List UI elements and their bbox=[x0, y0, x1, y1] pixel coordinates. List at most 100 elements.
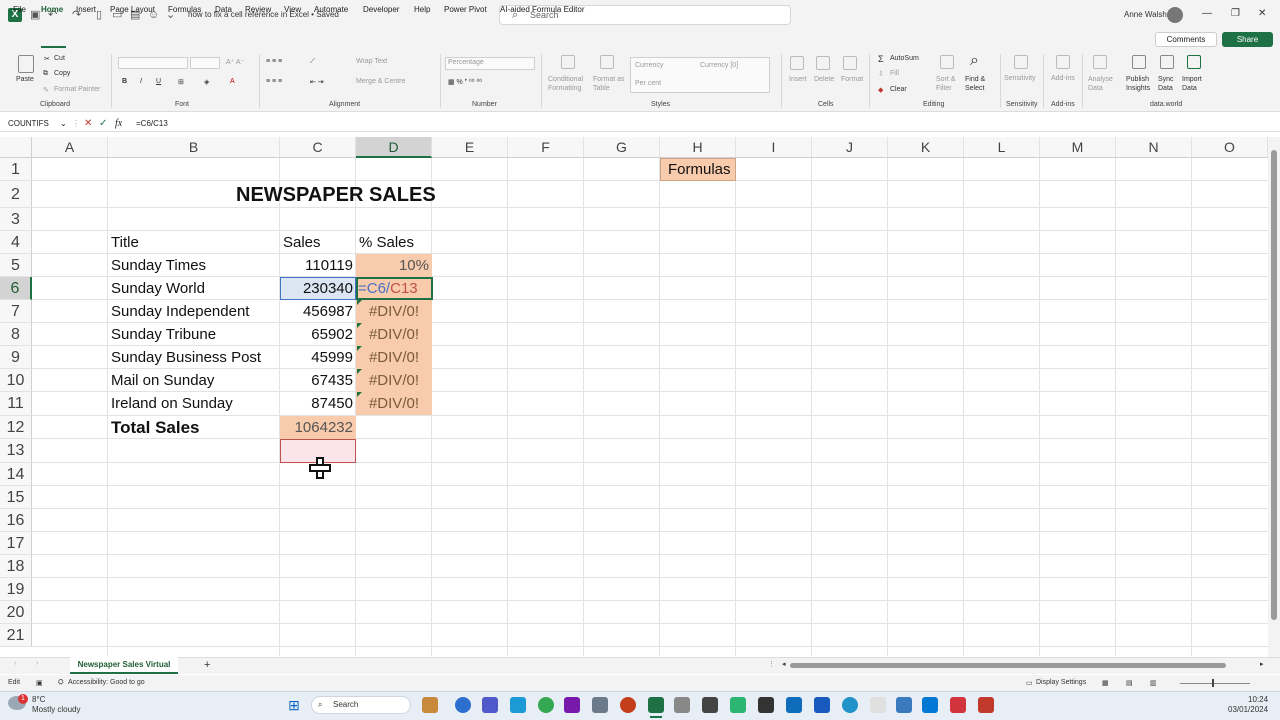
bold-icon[interactable]: B bbox=[122, 78, 127, 85]
sales-cell[interactable]: 110119 bbox=[280, 254, 353, 277]
add-ins-icon[interactable] bbox=[1056, 55, 1070, 69]
title-cell[interactable]: Ireland on Sunday bbox=[111, 392, 233, 415]
conditional-formatting-icon[interactable] bbox=[561, 55, 575, 69]
row-header-15[interactable]: 15 bbox=[0, 486, 32, 509]
row-header-11[interactable]: 11 bbox=[0, 392, 32, 416]
format-painter-icon[interactable]: ✎ bbox=[43, 86, 49, 94]
column-header-c[interactable]: C bbox=[280, 137, 356, 158]
app-icon[interactable] bbox=[758, 697, 774, 713]
style-currency[interactable]: Currency bbox=[635, 62, 663, 69]
display-settings-icon[interactable]: ▭ bbox=[1026, 679, 1033, 687]
fill-icon[interactable]: ⇩ bbox=[878, 70, 884, 78]
find-select-icon[interactable]: ⌕ bbox=[970, 52, 979, 70]
row-header-3[interactable]: 3 bbox=[0, 208, 32, 231]
row-header-20[interactable]: 20 bbox=[0, 601, 32, 624]
row-header-9[interactable]: 9 bbox=[0, 346, 32, 369]
delete-cells-button[interactable]: Delete bbox=[814, 76, 834, 83]
sales-cell[interactable]: 456987 bbox=[280, 300, 353, 323]
header-title[interactable]: Title bbox=[111, 231, 139, 254]
delete-cells-icon[interactable] bbox=[816, 56, 830, 70]
normal-view-icon[interactable]: ▦ bbox=[1102, 679, 1109, 687]
next-sheet-icon[interactable]: › bbox=[36, 660, 38, 667]
edge-icon[interactable] bbox=[842, 697, 858, 713]
tab-view[interactable]: View bbox=[284, 5, 301, 14]
minimize-icon[interactable]: — bbox=[1202, 8, 1212, 19]
powerpoint-icon[interactable] bbox=[620, 697, 636, 713]
tab-data[interactable]: Data bbox=[215, 5, 232, 14]
format-cells-icon[interactable] bbox=[843, 56, 857, 70]
app-icon[interactable] bbox=[455, 697, 471, 713]
paste-icon[interactable] bbox=[18, 55, 34, 73]
onenote-icon[interactable] bbox=[564, 697, 580, 713]
insert-function-icon[interactable]: fx bbox=[115, 117, 122, 131]
app-icon[interactable] bbox=[510, 697, 526, 713]
tab-insert[interactable]: Insert bbox=[76, 5, 96, 14]
copy-icon[interactable]: ⧉ bbox=[43, 70, 48, 78]
conditional-formatting-button[interactable]: Conditional Formatting bbox=[548, 75, 588, 93]
align-top-icon[interactable]: ≡ ≡ ≡ bbox=[266, 58, 282, 65]
zoom-slider-handle[interactable] bbox=[1212, 679, 1214, 687]
row-header-7[interactable]: 7 bbox=[0, 300, 32, 323]
pct-error-cell[interactable]: #DIV/0! bbox=[356, 323, 419, 346]
word-icon[interactable] bbox=[814, 697, 830, 713]
column-header-k[interactable]: K bbox=[888, 137, 964, 158]
sort-filter-icon[interactable] bbox=[940, 55, 954, 69]
sales-cell[interactable]: 67435 bbox=[280, 369, 353, 392]
column-header-f[interactable]: F bbox=[508, 137, 584, 158]
analyse-data-icon[interactable] bbox=[1093, 55, 1107, 69]
restore-icon[interactable]: ❐ bbox=[1231, 8, 1240, 19]
paste-button[interactable]: Paste bbox=[16, 76, 34, 83]
tab-help[interactable]: Help bbox=[414, 5, 430, 14]
sales-cell[interactable]: 65902 bbox=[280, 323, 353, 346]
camtasia-icon[interactable] bbox=[730, 697, 746, 713]
clear-icon[interactable]: ◆ bbox=[878, 86, 883, 94]
title-cell[interactable]: Mail on Sunday bbox=[111, 369, 214, 392]
autosum-icon[interactable]: Σ bbox=[878, 54, 884, 64]
close-icon[interactable]: ✕ bbox=[1258, 8, 1266, 19]
total-value[interactable]: 1064232 bbox=[280, 416, 353, 439]
merge-centre-button[interactable]: Merge & Centre bbox=[356, 78, 405, 85]
tab-formulas[interactable]: Formulas bbox=[168, 5, 201, 14]
row-header-16[interactable]: 16 bbox=[0, 509, 32, 532]
accessibility-status[interactable]: Accessibility: Good to go bbox=[68, 679, 145, 686]
style-percent[interactable]: Per cent bbox=[635, 80, 661, 87]
avatar[interactable] bbox=[1167, 7, 1183, 23]
column-header-d[interactable]: D bbox=[356, 137, 432, 158]
wrap-text-button[interactable]: Wrap Text bbox=[356, 58, 387, 65]
user-name[interactable]: Anne Walsh bbox=[1124, 10, 1167, 19]
column-header-l[interactable]: L bbox=[964, 137, 1040, 158]
enter-icon[interactable]: ✓ bbox=[99, 117, 107, 131]
teams-icon[interactable] bbox=[482, 697, 498, 713]
title-cell[interactable]: Sunday Independent bbox=[111, 300, 249, 323]
row-header-19[interactable]: 19 bbox=[0, 578, 32, 601]
taskbar-search[interactable] bbox=[311, 696, 411, 714]
grow-font-icon[interactable]: A⁺ A⁻ bbox=[226, 58, 244, 66]
clear-button[interactable]: Clear bbox=[890, 86, 907, 93]
row-header-2[interactable]: 2 bbox=[0, 181, 32, 208]
page-layout-view-icon[interactable]: ▤ bbox=[1126, 679, 1133, 687]
autosave-icon[interactable]: ▣ bbox=[30, 8, 40, 22]
sensitivity-button[interactable]: Sensitivity bbox=[1004, 75, 1036, 82]
format-painter-button[interactable]: Format Painter bbox=[54, 86, 100, 93]
select-all-corner[interactable] bbox=[0, 137, 32, 158]
tab-file[interactable]: File bbox=[13, 5, 26, 14]
row-header-21[interactable]: 21 bbox=[0, 624, 32, 647]
prev-sheet-icon[interactable]: ‹ bbox=[14, 660, 16, 667]
font-size-select[interactable] bbox=[190, 57, 220, 69]
row-header-13[interactable]: 13 bbox=[0, 439, 32, 463]
editing-formula-cell[interactable]: =C6/C13 bbox=[358, 277, 418, 300]
format-as-table-icon[interactable] bbox=[600, 55, 614, 69]
sales-cell[interactable]: 45999 bbox=[280, 346, 353, 369]
share-button[interactable]: Share bbox=[1222, 32, 1273, 47]
tab-ai-formula-editor[interactable]: AI-aided Formula Editor bbox=[500, 5, 584, 14]
comments-button[interactable]: Comments bbox=[1155, 32, 1217, 47]
clock-time[interactable]: 10:24 bbox=[1248, 695, 1268, 704]
app-icon[interactable] bbox=[922, 697, 938, 713]
app-icon[interactable] bbox=[978, 697, 994, 713]
indent-icon[interactable]: ⇤ ⇥ bbox=[310, 78, 324, 86]
horizontal-scroll-thumb[interactable] bbox=[790, 663, 1226, 668]
clock-date[interactable]: 03/01/2024 bbox=[1228, 705, 1268, 714]
header-pct-sales[interactable]: % Sales bbox=[359, 231, 414, 254]
outlook-icon[interactable] bbox=[786, 697, 802, 713]
app-icon[interactable] bbox=[674, 697, 690, 713]
